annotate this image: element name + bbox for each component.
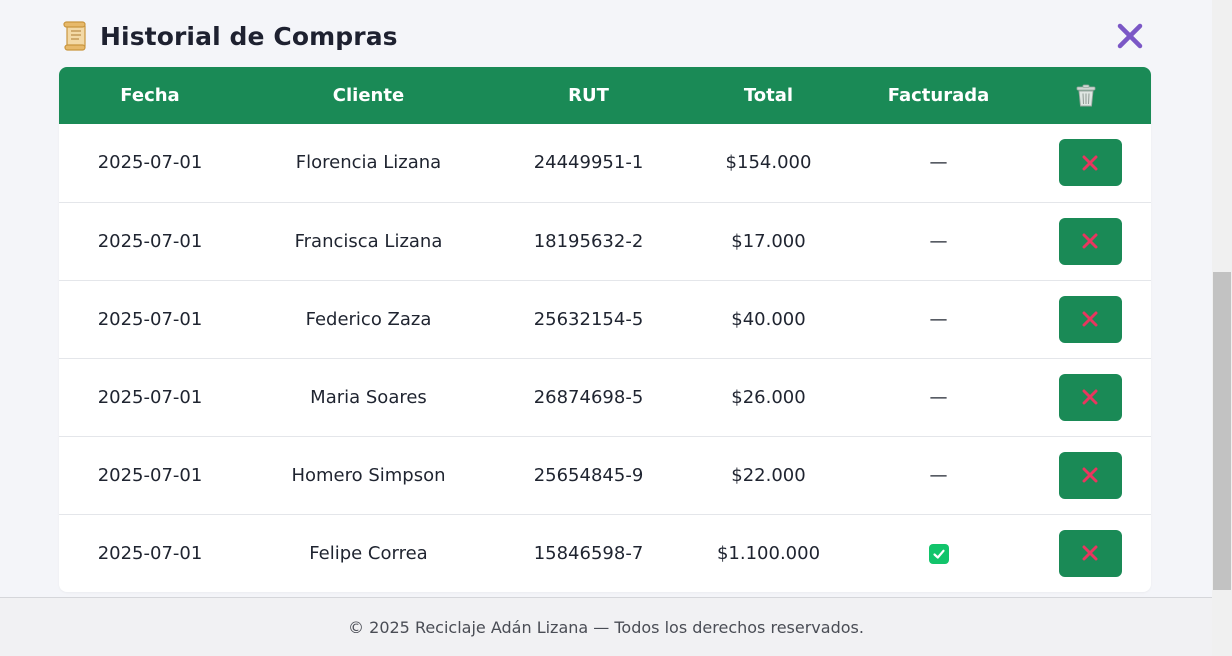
cell-fecha: 2025-07-01 <box>97 386 203 408</box>
not-invoiced-dash: — <box>929 308 948 330</box>
table-header-row: Fecha Cliente RUT Total Facturada <box>59 67 1151 124</box>
table-row: 2025-07-01 Felipe Correa 15846598-7 $1.1… <box>59 514 1151 592</box>
cell-delete <box>1021 280 1151 358</box>
close-button[interactable] <box>1110 16 1150 56</box>
table-row: 2025-07-01 Federico Zaza 25632154-5 $40.… <box>59 280 1151 358</box>
column-header-cliente[interactable]: Cliente <box>241 67 496 124</box>
cell-total: $154.000 <box>725 152 812 174</box>
delete-button[interactable] <box>1058 373 1122 421</box>
scroll-icon <box>60 21 90 51</box>
not-invoiced-dash: — <box>929 230 948 252</box>
cell-total: $26.000 <box>731 386 806 408</box>
cell-cliente: Federico Zaza <box>305 308 432 330</box>
cell-rut: 26874698-5 <box>533 386 644 408</box>
delete-x-icon <box>1082 311 1098 327</box>
not-invoiced-dash: — <box>929 386 948 408</box>
delete-x-icon <box>1082 389 1098 405</box>
cell-cliente: Maria Soares <box>310 386 427 408</box>
delete-x-icon <box>1082 467 1098 483</box>
scrollbar-thumb[interactable] <box>1213 272 1231 590</box>
close-icon <box>1117 23 1143 49</box>
footer-text: © 2025 Reciclaje Adán Lizana — Todos los… <box>348 617 864 637</box>
title-wrap: Historial de Compras <box>60 21 398 51</box>
column-header-rut[interactable]: RUT <box>496 67 681 124</box>
cell-cliente: Felipe Correa <box>309 542 428 564</box>
cell-fecha: 2025-07-01 <box>97 464 203 486</box>
page-title: Historial de Compras <box>100 21 398 51</box>
cell-cliente: Francisca Lizana <box>294 230 443 252</box>
table-row: 2025-07-01 Maria Soares 26874698-5 $26.0… <box>59 358 1151 436</box>
trash-icon <box>1076 84 1096 106</box>
column-header-fecha[interactable]: Fecha <box>59 67 241 124</box>
cell-total: $1.100.000 <box>716 542 821 564</box>
cell-fecha: 2025-07-01 <box>97 230 203 252</box>
cell-rut: 24449951-1 <box>533 152 644 174</box>
cell-rut: 25654845-9 <box>533 464 644 486</box>
cell-delete <box>1021 358 1151 436</box>
cell-fecha: 2025-07-01 <box>97 308 203 330</box>
cell-facturada: — <box>856 202 1021 280</box>
page: Historial de Compras Fecha Cliente RUT T… <box>0 0 1212 656</box>
cell-delete <box>1021 436 1151 514</box>
table-row: 2025-07-01 Homero Simpson 25654845-9 $22… <box>59 436 1151 514</box>
purchase-history-table: Fecha Cliente RUT Total Facturada 2025-0… <box>59 67 1151 592</box>
modal-header: Historial de Compras <box>60 18 1152 54</box>
cell-delete <box>1021 124 1151 202</box>
cell-total: $40.000 <box>731 308 806 330</box>
delete-x-icon <box>1082 545 1098 561</box>
invoiced-check-icon <box>928 543 949 564</box>
delete-x-icon <box>1082 155 1098 171</box>
column-header-total[interactable]: Total <box>681 67 856 124</box>
table-row: 2025-07-01 Florencia Lizana 24449951-1 $… <box>59 124 1151 202</box>
delete-button[interactable] <box>1058 451 1122 499</box>
table-row: 2025-07-01 Francisca Lizana 18195632-2 $… <box>59 202 1151 280</box>
cell-facturada <box>856 514 1021 592</box>
delete-x-icon <box>1082 233 1098 249</box>
cell-total: $22.000 <box>731 464 806 486</box>
column-header-facturada[interactable]: Facturada <box>856 67 1021 124</box>
cell-delete <box>1021 202 1151 280</box>
cell-delete <box>1021 514 1151 592</box>
cell-fecha: 2025-07-01 <box>97 152 203 174</box>
footer: © 2025 Reciclaje Adán Lizana — Todos los… <box>0 597 1212 656</box>
cell-rut: 25632154-5 <box>533 308 644 330</box>
cell-facturada: — <box>856 280 1021 358</box>
cell-rut: 18195632-2 <box>533 230 644 252</box>
not-invoiced-dash: — <box>929 152 948 174</box>
delete-button[interactable] <box>1058 529 1122 577</box>
delete-button[interactable] <box>1058 217 1122 265</box>
cell-facturada: — <box>856 358 1021 436</box>
cell-total: $17.000 <box>731 230 806 252</box>
cell-facturada: — <box>856 436 1021 514</box>
cell-rut: 15846598-7 <box>533 542 644 564</box>
delete-button[interactable] <box>1058 295 1122 343</box>
cell-cliente: Florencia Lizana <box>295 152 442 174</box>
cell-cliente: Homero Simpson <box>291 464 446 486</box>
cell-facturada: — <box>856 124 1021 202</box>
column-header-delete <box>1021 67 1151 124</box>
cell-fecha: 2025-07-01 <box>97 542 203 564</box>
delete-button[interactable] <box>1058 139 1122 187</box>
not-invoiced-dash: — <box>929 464 948 486</box>
